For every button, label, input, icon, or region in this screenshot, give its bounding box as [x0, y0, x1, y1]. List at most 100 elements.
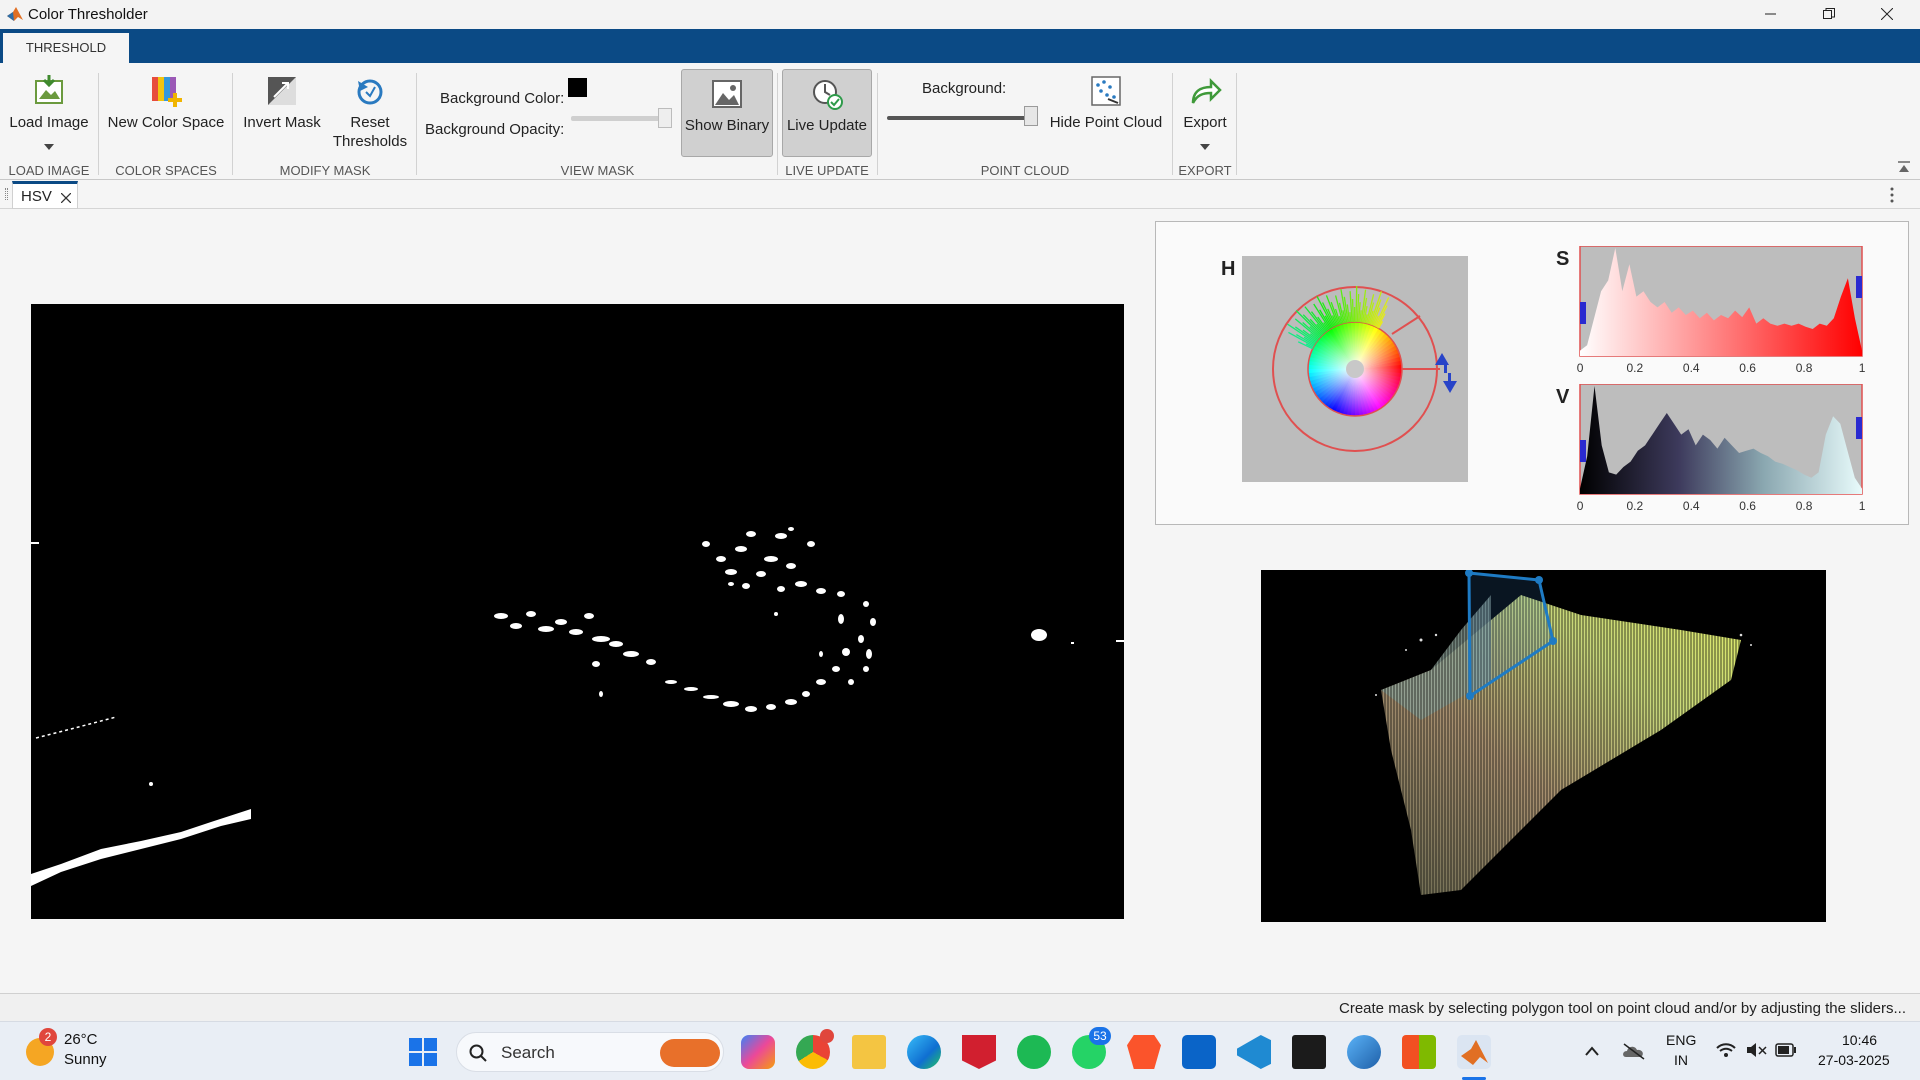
search-label: Search [501, 1043, 555, 1062]
battery-icon[interactable] [1775, 1043, 1797, 1057]
value-histogram[interactable] [1578, 384, 1868, 499]
new-color-space-label: New Color Space [107, 114, 225, 131]
background-opacity-slider-thumb[interactable] [658, 108, 672, 128]
polygon-vertex[interactable] [1466, 692, 1474, 700]
axis-tick-label: 1 [1858, 499, 1866, 513]
weather-badge: 2 [39, 1028, 57, 1046]
group-label-load-image: LOAD IMAGE [8, 163, 90, 178]
point-cloud-background-label: Background: [922, 80, 1007, 97]
hide-point-cloud-button[interactable]: Hide Point Cloud [1046, 73, 1166, 132]
ribbon-toolbar: Load Image LOAD IMAGE New Color Space CO… [0, 63, 1920, 180]
polygon-vertex[interactable] [1535, 576, 1543, 584]
clock-date[interactable]: 27-03-2025 [1818, 1052, 1890, 1068]
axis-tick-label: 0.2 [1626, 499, 1644, 513]
windows-start-icon[interactable] [406, 1035, 440, 1069]
show-binary-button[interactable]: Show Binary [681, 69, 773, 157]
background-color-swatch[interactable] [568, 78, 587, 97]
axis-tick-label: 0.8 [1795, 499, 1813, 513]
axis-tick-label: 1 [1858, 361, 1866, 375]
close-tab-icon[interactable] [61, 193, 71, 203]
document-tab-bar: HSV [0, 181, 1920, 209]
hue-channel-label: H [1221, 258, 1236, 280]
live-update-label: Live Update [786, 117, 868, 134]
wifi-icon[interactable] [1716, 1042, 1736, 1058]
export-button[interactable]: Export [1176, 73, 1234, 132]
group-label-view-mask: VIEW MASK [560, 163, 635, 178]
onedrive-offline-icon[interactable] [1622, 1042, 1646, 1060]
clock-time[interactable]: 10:46 [1842, 1032, 1877, 1048]
whatsapp-badge: 53 [1089, 1027, 1111, 1045]
color-point-cloud[interactable] [1261, 570, 1826, 922]
window-title: Color Thresholder [28, 6, 148, 23]
edge-icon[interactable] [907, 1035, 941, 1069]
hue-polar-histogram[interactable] [1242, 256, 1474, 488]
binary-mask-image[interactable] [31, 304, 1124, 919]
group-label-color-spaces: COLOR SPACES [115, 163, 217, 178]
minimize-button[interactable] [1742, 0, 1800, 29]
matlab-logo-icon [1461, 1040, 1488, 1065]
export-arrow-icon [1191, 77, 1222, 104]
hue-histogram-spike [1351, 299, 1355, 323]
mcafee-icon[interactable] [962, 1035, 996, 1069]
saturation-max-handle[interactable] [1856, 276, 1862, 298]
polygon-vertex[interactable] [1549, 637, 1557, 645]
medium-icon[interactable] [1292, 1035, 1326, 1069]
close-icon [1881, 8, 1893, 20]
show-hidden-icons-icon[interactable] [1585, 1046, 1599, 1056]
group-label-export: EXPORT [1178, 163, 1232, 178]
file-explorer-icon[interactable] [852, 1035, 886, 1069]
hue-histogram-spike [1355, 286, 1358, 323]
matlab-taskbar-icon[interactable] [1457, 1035, 1491, 1069]
saturation-min-handle[interactable] [1580, 302, 1586, 324]
export-label: Export [1183, 114, 1227, 131]
vscode-icon[interactable] [1237, 1035, 1271, 1069]
channel-histogram-panel: H S 0 0.2 0.4 0.6 0.8 1 V 0 0.2 0.4 0.6 … [1155, 221, 1909, 525]
microsoft-store-icon[interactable] [1402, 1035, 1436, 1069]
saturation-channel-label: S [1556, 248, 1570, 270]
export-dropdown-icon[interactable] [1200, 144, 1210, 150]
group-divider [416, 73, 417, 175]
outlook-icon[interactable] [1182, 1035, 1216, 1069]
tab-threshold[interactable]: THRESHOLD [3, 33, 129, 63]
collapse-ribbon-icon[interactable] [1897, 161, 1911, 173]
saturation-axis-ticks: 0 0.2 0.4 0.6 0.8 1 [1577, 361, 1866, 377]
live-update-button[interactable]: Live Update [782, 69, 872, 157]
value-min-handle[interactable] [1580, 440, 1586, 462]
restore-button[interactable] [1800, 0, 1858, 29]
title-bar: Color Thresholder [0, 0, 1920, 29]
live-update-icon [813, 80, 843, 110]
group-divider [98, 73, 99, 175]
status-message: Create mask by selecting polygon tool on… [1339, 1000, 1906, 1017]
invert-mask-button[interactable]: Invert Mask [240, 73, 324, 132]
copilot-icon[interactable] [741, 1035, 775, 1069]
search-icon [469, 1044, 487, 1062]
new-color-space-button[interactable]: New Color Space [106, 73, 226, 132]
language-indicator-1[interactable]: ENG [1666, 1032, 1696, 1048]
axis-tick-label: 0.8 [1795, 361, 1813, 375]
point-cloud-background-slider-thumb[interactable] [1024, 106, 1038, 126]
value-max-handle[interactable] [1856, 417, 1862, 439]
reset-thresholds-button[interactable]: Reset Thresholds [330, 73, 410, 151]
language-indicator-2[interactable]: IN [1674, 1052, 1688, 1068]
brave-icon[interactable] [1127, 1035, 1161, 1069]
load-image-button[interactable]: Load Image [6, 73, 92, 132]
saturation-histogram[interactable] [1578, 246, 1868, 361]
load-image-dropdown-icon[interactable] [44, 144, 54, 150]
value-channel-label: V [1556, 386, 1570, 408]
load-image-icon [35, 75, 63, 104]
close-button[interactable] [1858, 0, 1916, 29]
weather-temperature[interactable]: 26°C [64, 1031, 98, 1048]
taskbar-search-box[interactable]: Search [456, 1032, 724, 1072]
volume-muted-icon[interactable] [1746, 1042, 1768, 1058]
restore-icon [1823, 8, 1835, 19]
weather-description[interactable]: Sunny [64, 1051, 107, 1068]
axis-tick-label: 0.4 [1682, 361, 1700, 375]
globe-app-icon[interactable] [1347, 1035, 1381, 1069]
search-highlight-icon [660, 1039, 720, 1067]
more-options-icon[interactable] [1890, 187, 1894, 203]
tab-hsv[interactable]: HSV [12, 181, 78, 209]
axis-tick-label: 0.6 [1739, 361, 1756, 375]
background-opacity-slider[interactable] [571, 116, 665, 121]
spotify-icon[interactable] [1017, 1035, 1051, 1069]
point-cloud-background-slider[interactable] [887, 116, 1035, 120]
